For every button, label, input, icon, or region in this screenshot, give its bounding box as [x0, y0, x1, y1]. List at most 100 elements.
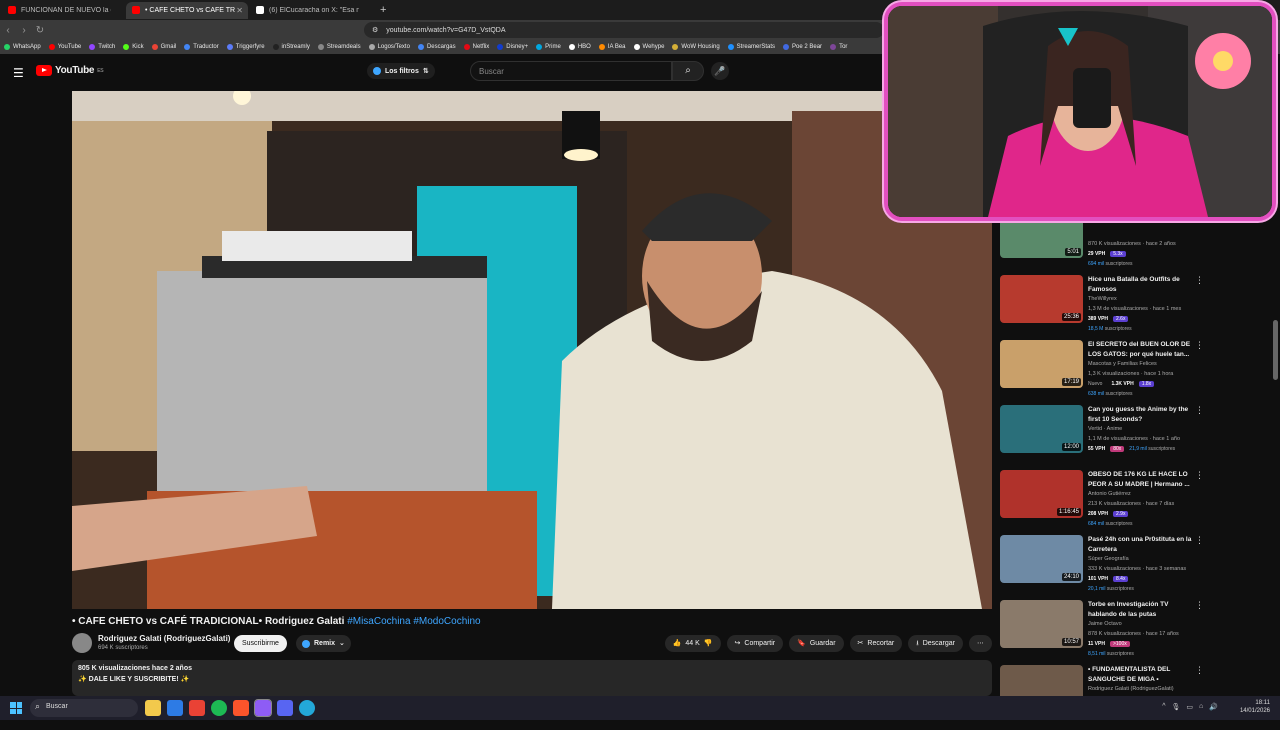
- new-tab-icon[interactable]: +: [374, 4, 392, 16]
- channel-name[interactable]: Rodriguez Galati (RodriguezGalati): [98, 634, 230, 643]
- recommended-title[interactable]: Torbe en Investigación TV hablando de la…: [1088, 600, 1196, 620]
- chevron-up-icon[interactable]: ^: [1162, 703, 1165, 711]
- browser-tab[interactable]: (6) ElCucaracha on X: "Esa noche no: [250, 2, 372, 19]
- discord-icon[interactable]: [254, 699, 272, 717]
- bookmark-item[interactable]: WhatsApp: [4, 44, 41, 50]
- clock[interactable]: 18:11 14/01/2026: [1240, 699, 1270, 715]
- more-options-icon[interactable]: ⋮: [1195, 340, 1204, 351]
- recommended-channel[interactable]: Vertid · Anime: [1088, 426, 1122, 432]
- recommended-title[interactable]: • FUNDAMENTALISTA DEL SANGUCHE DE MIGA •: [1088, 665, 1196, 685]
- filters-button[interactable]: Los filtros ⇅: [367, 63, 435, 79]
- bookmark-item[interactable]: Disney+: [497, 44, 528, 50]
- more-options-icon[interactable]: ⋮: [1195, 275, 1204, 286]
- brave-icon[interactable]: [233, 700, 249, 716]
- url-field[interactable]: ⚙ youtube.com/watch?v=G47D_VstQDA: [364, 22, 884, 38]
- bookmark-item[interactable]: IA Bea: [598, 44, 626, 50]
- recommended-video[interactable]: 12:00 Can you guess the Anime by the firs…: [1000, 405, 1270, 470]
- bookmark-item[interactable]: Tor: [830, 44, 847, 50]
- share-button[interactable]: ↪ Compartir: [726, 635, 784, 652]
- video-thumbnail[interactable]: 10:57: [1000, 600, 1083, 648]
- more-actions-icon[interactable]: ⋯: [969, 635, 992, 652]
- channel-avatar[interactable]: [72, 633, 92, 653]
- edge-icon[interactable]: [299, 700, 315, 716]
- back-icon[interactable]: ‹: [0, 25, 16, 36]
- voice-search-icon[interactable]: 🎤: [711, 62, 729, 80]
- display-icon[interactable]: ▭: [1186, 703, 1193, 711]
- recommended-title[interactable]: Hice una Batalla de Outfits de Famosos: [1088, 275, 1196, 295]
- description-box[interactable]: 805 K visualizaciones hace 2 años ✨ DALE…: [72, 660, 992, 696]
- recommended-title[interactable]: OBESO DE 176 KG LE HACE LO PEOR A SU MAD…: [1088, 470, 1196, 490]
- clip-button[interactable]: ✂ Recortar: [849, 635, 903, 652]
- bookmark-item[interactable]: inStreamly: [272, 44, 310, 50]
- bookmark-item[interactable]: Prime: [536, 44, 561, 50]
- bookmark-item[interactable]: Triggerfyre: [226, 44, 265, 50]
- youtube-logo[interactable]: YouTube ES: [36, 65, 104, 76]
- bookmark-item[interactable]: StreamerStats: [727, 44, 775, 50]
- dislike-icon[interactable]: 👎: [704, 635, 713, 652]
- app-icon[interactable]: [277, 700, 293, 716]
- video-thumbnail[interactable]: 1:16:45: [1000, 470, 1083, 518]
- download-button[interactable]: ⭳ Descargar: [908, 635, 963, 652]
- more-options-icon[interactable]: ⋮: [1195, 600, 1204, 611]
- recommended-channel[interactable]: Rodriguez Galati (RodriguezGalati): [1088, 686, 1174, 692]
- bookmark-item[interactable]: Poe 2 Bear: [783, 44, 822, 50]
- recommended-channel[interactable]: Jaime Octavo: [1088, 621, 1122, 627]
- more-options-icon[interactable]: ⋮: [1195, 665, 1204, 676]
- video-player[interactable]: [72, 91, 992, 609]
- taskbar-search[interactable]: Buscar: [30, 699, 138, 717]
- recommended-video[interactable]: 17:19 El SECRETO del BUEN OLOR DE LOS GAT…: [1000, 340, 1270, 405]
- like-button[interactable]: 👍 44 K 👎: [664, 635, 721, 652]
- video-thumbnail[interactable]: 17:19: [1000, 340, 1083, 388]
- browser-tab[interactable]: FUNCIONAN DE NUEVO la gran mayo: [2, 2, 124, 19]
- search-button[interactable]: ⌕: [672, 61, 704, 81]
- more-options-icon[interactable]: ⋮: [1195, 405, 1204, 416]
- bookmark-item[interactable]: WoW Housing: [672, 44, 720, 50]
- more-options-icon[interactable]: ⋮: [1195, 535, 1204, 546]
- recommended-title[interactable]: El SECRETO del BUEN OLOR DE LOS GATOS: p…: [1088, 340, 1196, 360]
- volume-icon[interactable]: 🔊: [1209, 703, 1218, 711]
- forward-icon[interactable]: ›: [16, 25, 32, 36]
- reload-icon[interactable]: ↻: [32, 25, 48, 36]
- video-thumbnail[interactable]: 25:36: [1000, 275, 1083, 323]
- recommended-video[interactable]: 1:16:45 OBESO DE 176 KG LE HACE LO PEOR A…: [1000, 470, 1270, 535]
- app-icon[interactable]: [167, 700, 183, 716]
- recommended-channel[interactable]: TheWillyrex: [1088, 296, 1117, 302]
- bookmark-item[interactable]: HBO: [568, 44, 591, 50]
- bookmark-item[interactable]: Kick: [123, 44, 144, 50]
- recommended-video[interactable]: 24:10 Pasé 24h con una Pr0stituta en la C…: [1000, 535, 1270, 600]
- recommended-channel[interactable]: Mascotas y Familias Felices: [1088, 361, 1157, 367]
- bookmark-item[interactable]: Wehype: [633, 44, 664, 50]
- mic-icon[interactable]: 🎙: [1172, 703, 1181, 711]
- chrome-icon[interactable]: [189, 700, 205, 716]
- browser-tab-active[interactable]: • CAFE CHETO vs CAFÉ TRADICIONA✕: [126, 1, 248, 19]
- video-thumbnail[interactable]: 24:10: [1000, 535, 1083, 583]
- bookmark-item[interactable]: Gmail: [151, 44, 176, 50]
- recommended-video[interactable]: 10:57 Torbe en Investigación TV hablando …: [1000, 600, 1270, 665]
- recommended-channel[interactable]: Antonio Gutiérrez: [1088, 491, 1131, 497]
- video-thumbnail[interactable]: 12:00: [1000, 405, 1083, 453]
- scrollbar[interactable]: [1273, 320, 1278, 380]
- save-button[interactable]: 🔖 Guardar: [789, 635, 844, 652]
- bookmark-item[interactable]: Traductor: [184, 44, 219, 50]
- recommended-title[interactable]: Pasé 24h con una Pr0stituta en la Carret…: [1088, 535, 1196, 555]
- bookmark-item[interactable]: Descargas: [417, 44, 456, 50]
- recommended-channel[interactable]: Súper Geografía: [1088, 556, 1129, 562]
- close-tab-icon[interactable]: ✕: [236, 6, 243, 15]
- recommended-video[interactable]: 25:36 Hice una Batalla de Outfits de Famo…: [1000, 275, 1270, 340]
- subscribe-button[interactable]: Suscribirme: [234, 635, 287, 652]
- spotify-icon[interactable]: [211, 700, 227, 716]
- search-input[interactable]: Buscar: [470, 61, 672, 81]
- bookmark-item[interactable]: Twitch: [89, 44, 115, 50]
- more-options-icon[interactable]: ⋮: [1195, 470, 1204, 481]
- remix-button[interactable]: Remix ⌄: [296, 635, 351, 652]
- bookmark-item[interactable]: YouTube: [48, 44, 81, 50]
- bookmark-item[interactable]: Logos/Texto: [368, 44, 410, 50]
- bookmark-item[interactable]: Streamdeals: [317, 44, 361, 50]
- windows-start-icon[interactable]: [10, 702, 22, 714]
- site-info-icon[interactable]: ⚙: [372, 26, 378, 34]
- recommended-title[interactable]: Can you guess the Anime by the first 10 …: [1088, 405, 1196, 425]
- bookmark-item[interactable]: Netflix: [463, 44, 489, 50]
- file-explorer-icon[interactable]: [145, 700, 161, 716]
- hamburger-menu-icon[interactable]: ☰: [13, 66, 24, 80]
- network-icon[interactable]: ⌂: [1199, 703, 1203, 711]
